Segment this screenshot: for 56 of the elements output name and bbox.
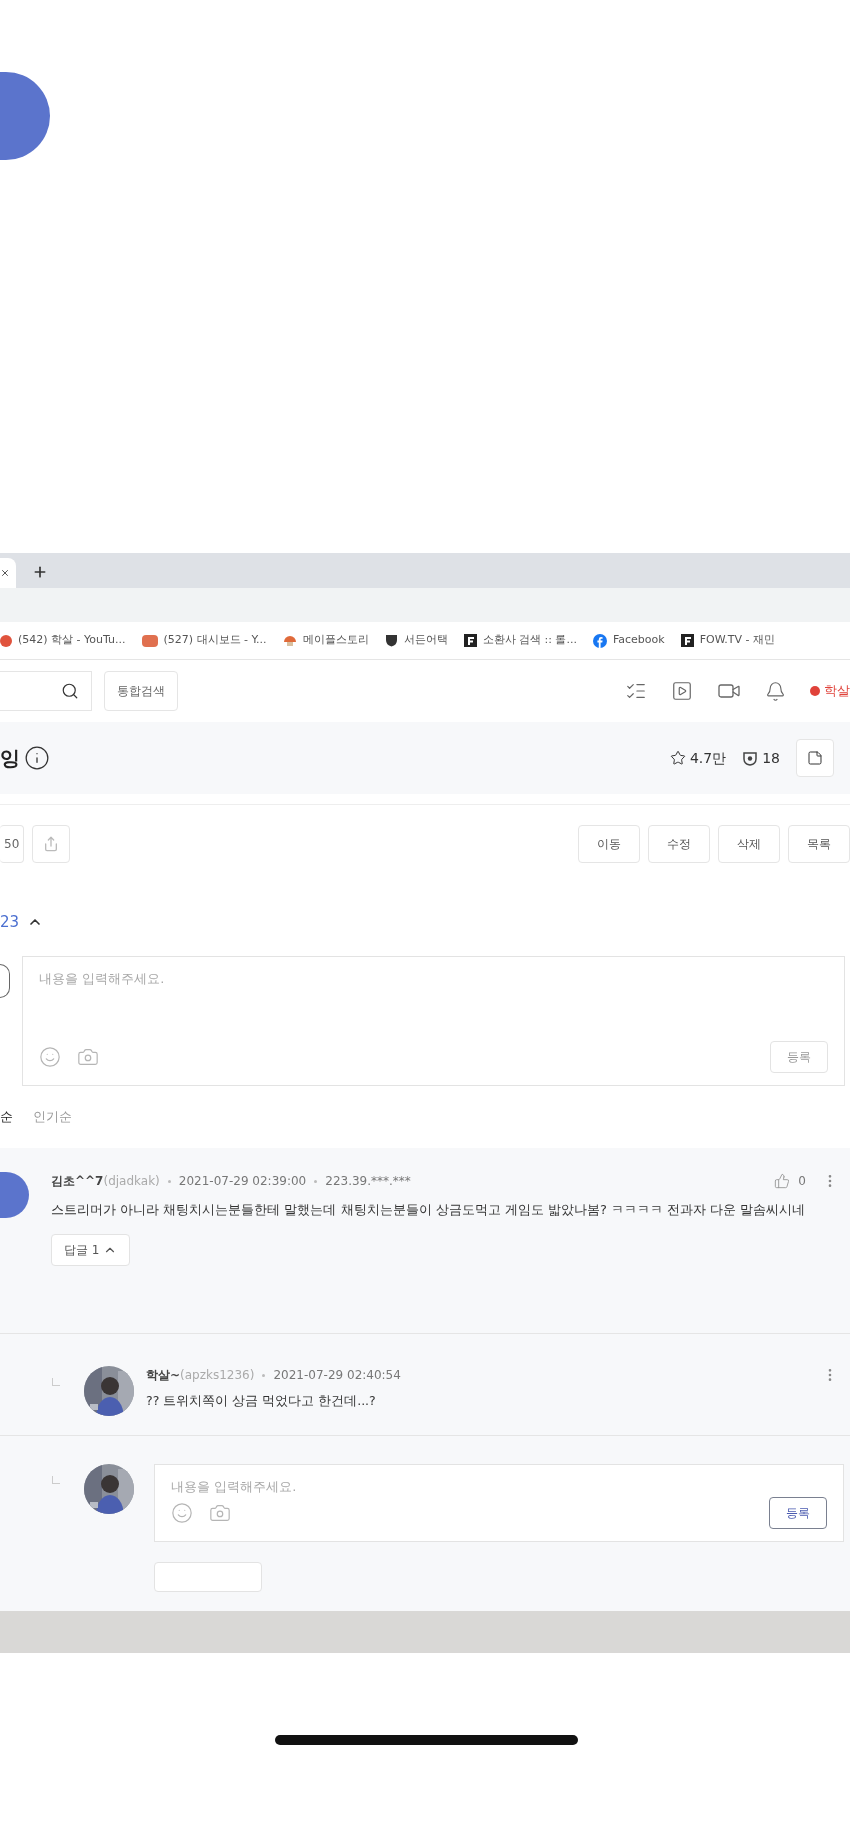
board-title: 잉 [0,745,20,772]
submit-button[interactable]: 등록 [769,1496,827,1529]
shield-icon [384,634,398,647]
user-icon [810,686,820,696]
close-icon[interactable] [0,568,10,578]
subscriber-count: 18 [762,748,780,768]
search-button[interactable]: 통합검색 [104,671,178,711]
reply-indent-icon [52,1378,60,1386]
comment-date: 2021-07-29 02:39:00 [178,1173,307,1190]
facebook-icon [592,633,607,648]
action-button[interactable]: 목록 [788,825,850,863]
f-logo-icon [680,634,694,647]
comment-author[interactable]: 학살~ [146,1366,181,1384]
bookmark[interactable]: 메이플스토리 [282,632,369,649]
memo-button[interactable] [796,739,834,777]
comment-ip: 223.39.***.*** [325,1173,411,1190]
comment-count: 23 [0,911,20,933]
bookmark[interactable]: 소환사 검색 :: 롤... [463,632,577,649]
comment-input[interactable]: 내용을 입력해주세요. [39,969,828,989]
badge-icon [742,750,759,766]
star-icon[interactable] [669,750,686,766]
user-id: (apzks1236) [180,1367,255,1384]
action-button[interactable]: 수정 [648,825,710,863]
bookmark[interactable]: (542) 학살 - YouTu... [0,632,126,649]
action-button[interactable]: 이동 [578,825,640,863]
bell-icon[interactable] [765,680,786,702]
replies-button[interactable]: 답글 1 [51,1234,131,1266]
action-button[interactable]: 삭제 [718,825,780,863]
like-icon[interactable] [774,1173,791,1189]
comment-date: 2021-07-29 02:40:54 [273,1367,401,1384]
comment-author[interactable]: 김초^^7 [51,1172,104,1190]
rounded-rect-icon [141,634,158,647]
user-id: (djadkak) [103,1173,160,1190]
bookmark[interactable]: Facebook [592,632,665,649]
mushroom-icon [282,634,297,647]
new-tab-icon[interactable] [32,564,48,580]
user-name[interactable]: 학살 [824,681,850,701]
play-icon[interactable] [671,680,693,702]
bookmark[interactable]: 서든어택 [384,632,448,649]
search-icon[interactable] [61,682,79,700]
sort-tab[interactable]: 순 [0,1107,13,1127]
comment-text: 스트리머가 아니라 채팅치시는분들한테 말했는데 채팅치는분들이 상금도먹고 게임도 밟았나봄? ㅋㅋㅋㅋ 전과자 다운 말솜씨시네 [51,1201,807,1219]
bookmark[interactable]: (527) 대시보드 - Y... [141,632,267,649]
like-count: 0 [798,1173,806,1190]
browser-tab[interactable] [0,558,16,588]
bookmark[interactable]: FOW.TV - 재민 [680,632,775,649]
reply-indent-icon [52,1476,60,1484]
note-icon [807,750,823,766]
f-logo-icon [463,634,477,647]
search-field[interactable] [0,671,92,711]
comment-text: ?? 트위치쪽이 상금 먹었다고 한건데...? [146,1392,377,1410]
share-icon [43,836,60,852]
favorite-count: 4.7만 [689,748,727,768]
comment-input[interactable]: 내용을 입력해주세요. [171,1477,827,1497]
info-icon[interactable] [24,745,50,771]
avatar [0,1172,29,1218]
